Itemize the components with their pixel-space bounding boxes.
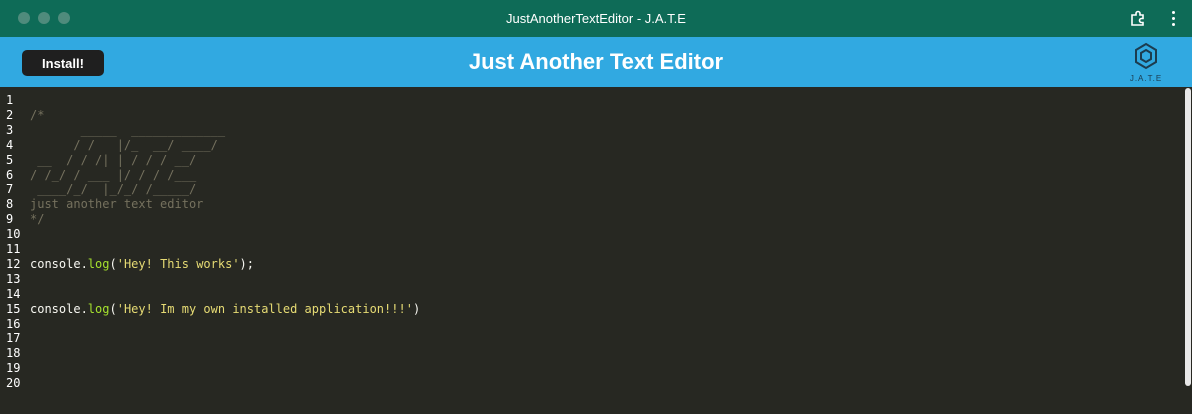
code-line[interactable]: 6 / /_/ / ___ |/ / / /___ xyxy=(0,168,196,183)
line-number: 6 xyxy=(6,167,14,182)
code-token: ) xyxy=(412,301,421,316)
code-line[interactable]: 10 xyxy=(0,227,30,242)
line-number: 10 xyxy=(6,227,21,242)
code-line[interactable]: 2 /* xyxy=(0,108,44,123)
code-token: __ / / /| | / / / __/ xyxy=(30,152,197,167)
code-token: console. xyxy=(30,256,88,271)
code-line[interactable]: 8 just another text editor xyxy=(0,197,203,212)
code-token: 'Hey! Im my own installed application!!!… xyxy=(116,301,413,316)
code-line[interactable]: 20 xyxy=(0,376,30,391)
line-number: 3 xyxy=(6,122,14,137)
code-token: */ xyxy=(30,212,45,227)
code-line[interactable]: 1 xyxy=(0,93,30,108)
line-number: 9 xyxy=(6,212,14,227)
code-line[interactable]: 14 xyxy=(0,287,30,302)
line-number: 20 xyxy=(6,376,21,391)
logo-text: J.A.T.E xyxy=(1129,74,1163,83)
code-line[interactable]: 16 xyxy=(0,317,30,332)
code-token: console. xyxy=(30,301,88,316)
line-number: 14 xyxy=(6,286,21,301)
code-token: ____/_/ |_/_/ /_____/ xyxy=(30,182,197,197)
jate-logo-icon xyxy=(1135,42,1157,70)
line-number: 13 xyxy=(6,271,21,286)
code-token: log xyxy=(87,256,110,271)
line-number: 11 xyxy=(6,242,21,256)
code-line[interactable]: 15 console.log('Hey! Im my own installed … xyxy=(0,302,420,317)
line-number: 1 xyxy=(6,93,14,107)
code-token: ); xyxy=(239,256,254,271)
code-line[interactable]: 19 xyxy=(0,361,30,376)
line-number: 2 xyxy=(6,107,14,122)
code-token: _____ _____________ xyxy=(30,122,226,137)
line-number: 4 xyxy=(6,137,14,152)
code-line[interactable]: 12 console.log('Hey! This works'); xyxy=(0,257,254,272)
install-button[interactable]: Install! xyxy=(22,50,104,76)
code-line[interactable]: 7 ____/_/ |_/_/ /_____/ xyxy=(0,182,196,197)
code-token: 'Hey! This works' xyxy=(116,256,240,271)
window-titlebar: JustAnotherTextEditor - J.A.T.E xyxy=(0,0,1192,37)
code-token: /* xyxy=(30,107,45,122)
code-line[interactable]: 17 xyxy=(0,331,30,346)
line-number: 16 xyxy=(6,316,21,331)
extension-puzzle-icon[interactable] xyxy=(1128,9,1148,29)
line-number: 12 xyxy=(6,256,21,271)
code-editor[interactable]: 1 2/* 3 _____ _____________ 4 / / |/_ __/ _… xyxy=(0,87,1184,414)
app-header: Install! Just Another Text Editor J.A.T.… xyxy=(0,37,1192,87)
editor-scrollbar-thumb[interactable] xyxy=(1185,88,1191,386)
code-line[interactable]: 3 _____ _____________ xyxy=(0,123,225,138)
code-token: / / |/_ __/ ____/ xyxy=(30,137,218,152)
code-token: ( xyxy=(109,256,117,271)
code-line[interactable]: 4 / / |/_ __/ ____/ xyxy=(0,138,218,153)
line-number: 18 xyxy=(6,346,21,361)
app-title: Just Another Text Editor xyxy=(468,49,724,74)
code-line[interactable]: 18 xyxy=(0,346,30,361)
line-number: 8 xyxy=(6,197,14,212)
code-line[interactable]: 9 */ xyxy=(0,212,44,227)
line-number: 15 xyxy=(6,301,21,316)
line-number: 7 xyxy=(6,182,14,197)
line-number: 19 xyxy=(6,361,21,376)
more-options-icon[interactable] xyxy=(1168,8,1178,30)
line-number: 5 xyxy=(6,152,14,167)
window-title: JustAnotherTextEditor - J.A.T.E xyxy=(506,11,686,26)
code-token: log xyxy=(87,301,110,316)
code-line[interactable]: 13 xyxy=(0,272,30,287)
code-line[interactable]: 5 __ / / /| | / / / __/ xyxy=(0,153,196,168)
jate-logo: J.A.T.E xyxy=(1124,42,1168,86)
code-token: / /_/ / ___ |/ / / /___ xyxy=(30,167,197,182)
code-token: ( xyxy=(109,301,117,316)
code-token: just another text editor xyxy=(30,197,204,212)
code-line[interactable]: 11 xyxy=(0,242,30,257)
line-number: 17 xyxy=(6,331,21,346)
